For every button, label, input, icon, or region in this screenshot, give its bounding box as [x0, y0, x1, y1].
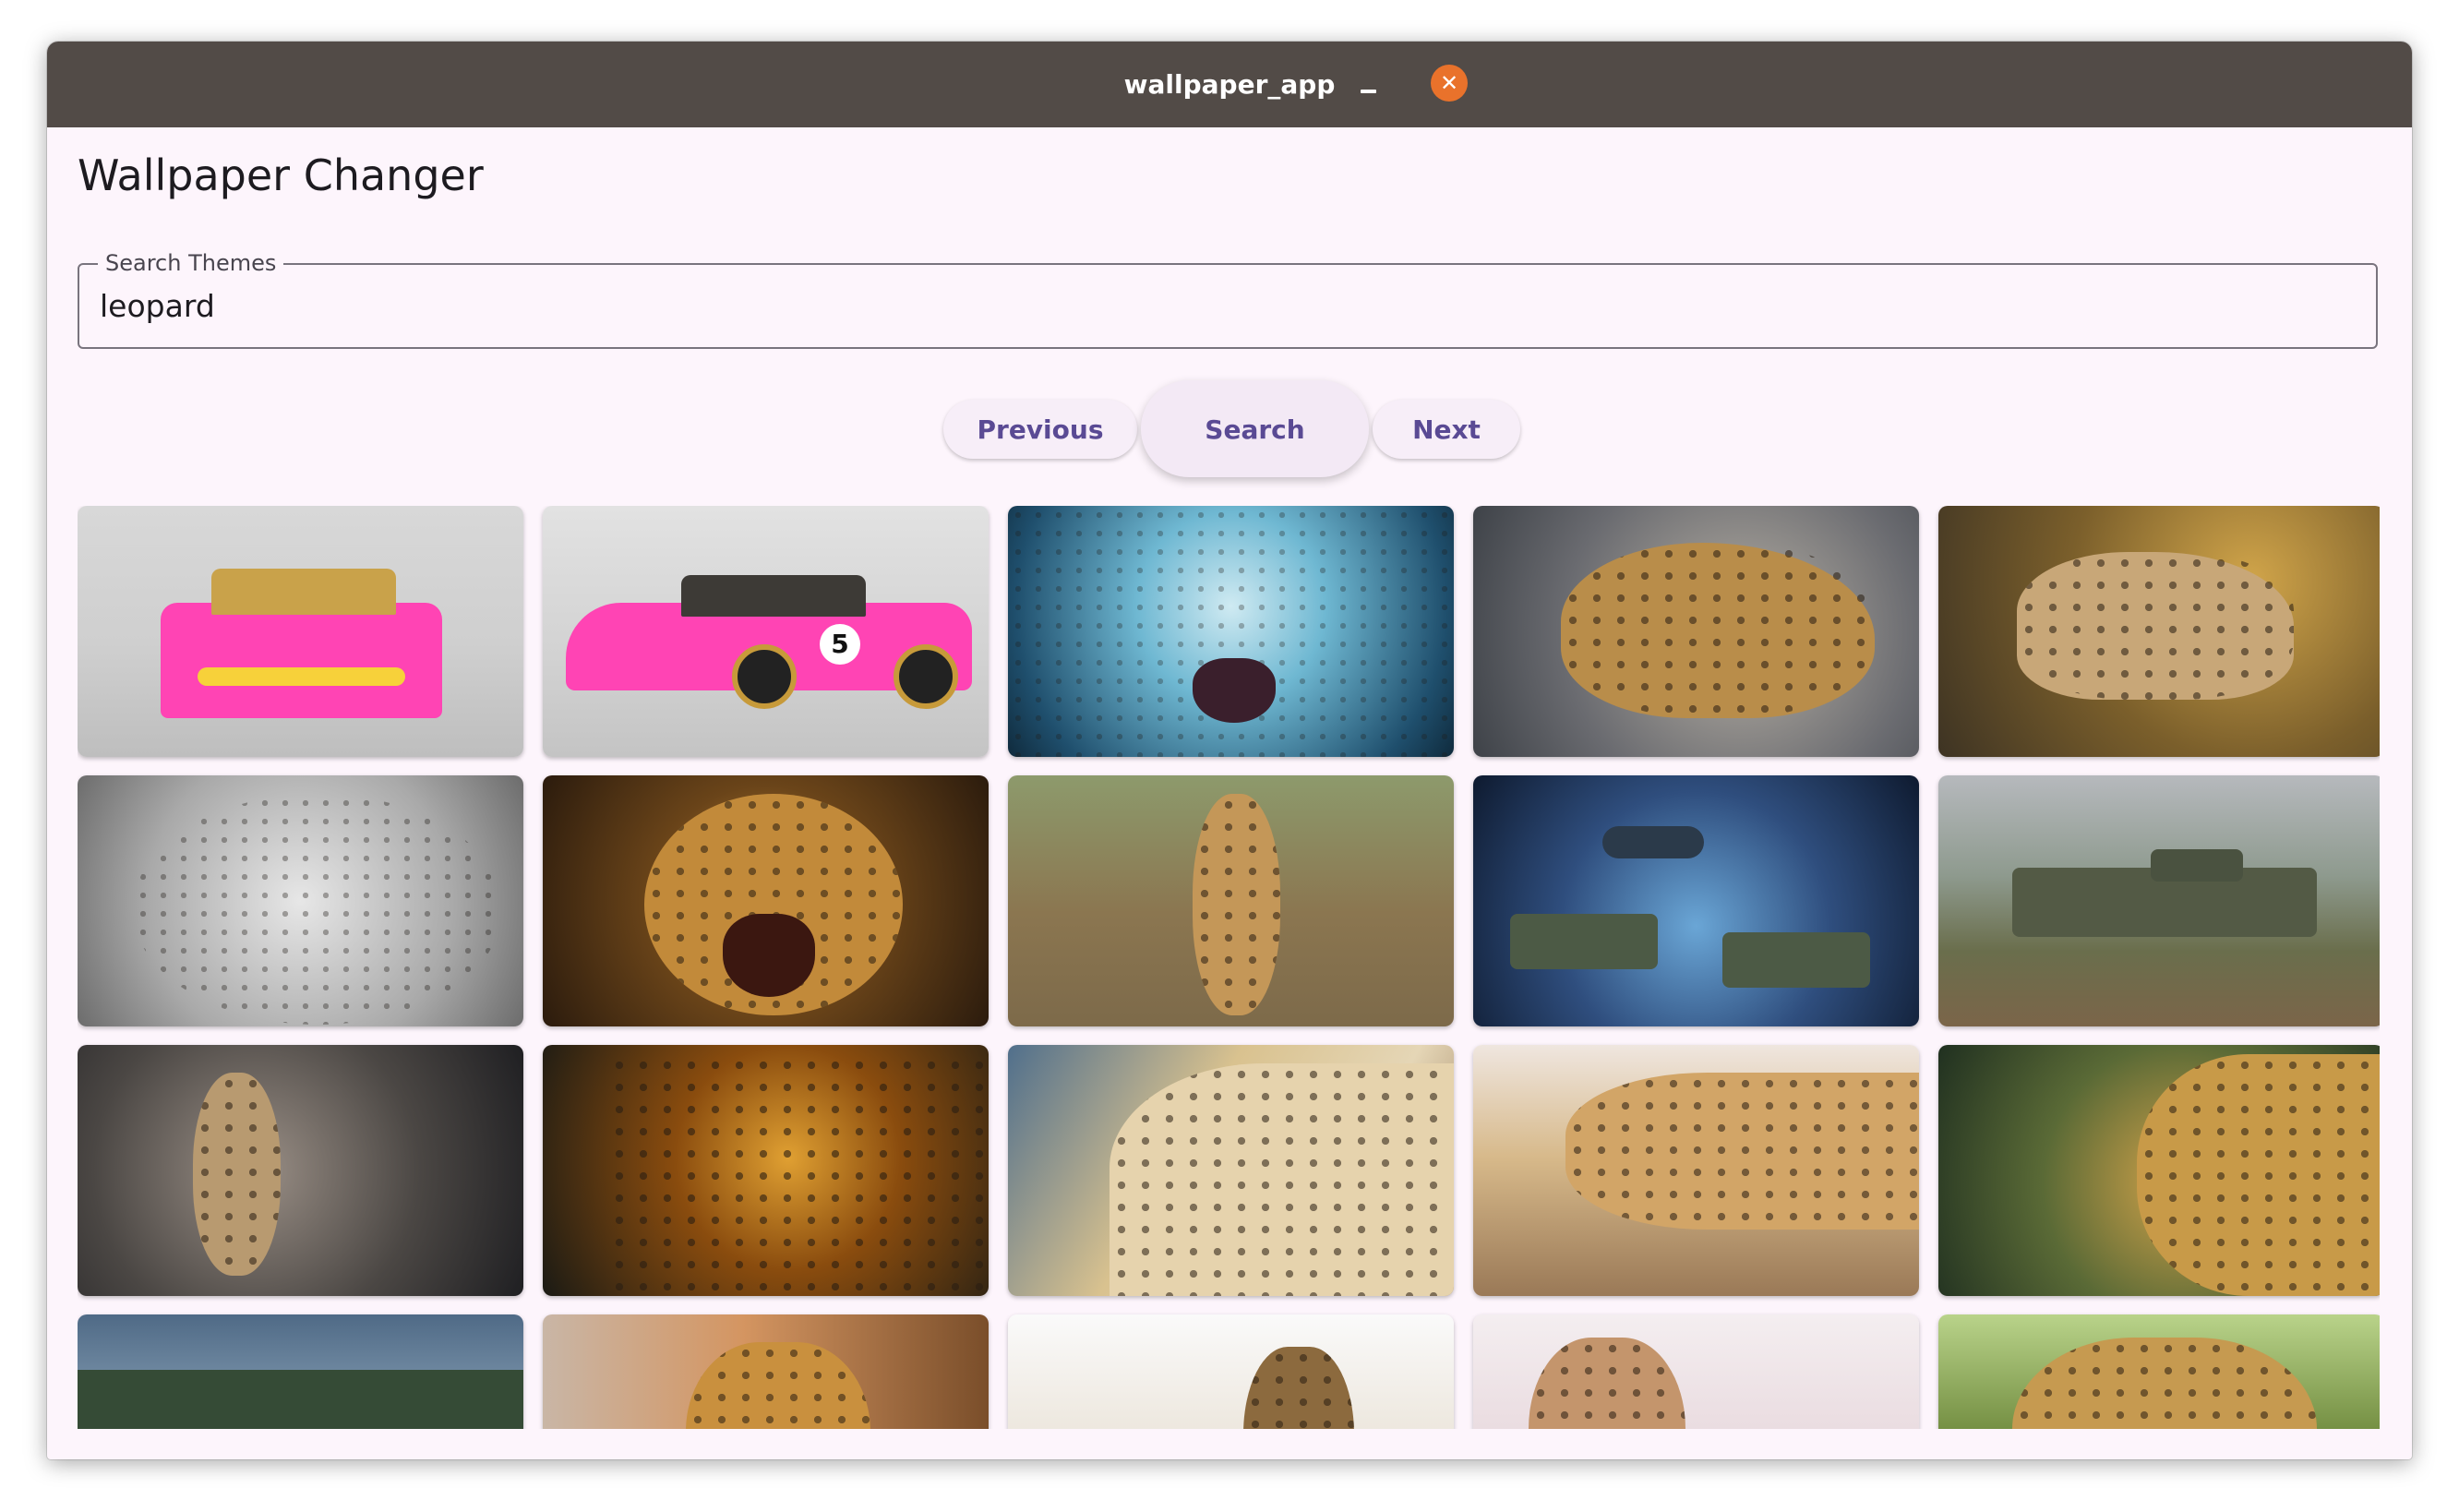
wallpaper-tile[interactable]	[1008, 1045, 1454, 1296]
wallpaper-grid: 5	[78, 506, 2380, 1429]
search-button[interactable]: Search	[1141, 380, 1369, 477]
close-icon[interactable]: ✕	[1431, 65, 1468, 102]
page-title: Wallpaper Changer	[78, 150, 484, 200]
wallpaper-tile[interactable]	[1473, 775, 1919, 1026]
wallpaper-tile[interactable]	[1938, 1314, 2380, 1429]
title-bar[interactable]: wallpaper_app ✕	[47, 42, 2412, 127]
wallpaper-tile[interactable]	[1938, 1045, 2380, 1296]
search-label: Search Themes	[98, 250, 284, 276]
wallpaper-tile[interactable]	[543, 775, 989, 1026]
app-window: wallpaper_app ✕ Wallpaper Changer Search…	[47, 42, 2412, 1459]
wallpaper-tile[interactable]	[1473, 1045, 1919, 1296]
wallpaper-tile[interactable]	[543, 1314, 989, 1429]
previous-button[interactable]: Previous	[943, 400, 1137, 459]
wallpaper-tile[interactable]	[78, 775, 523, 1026]
wallpaper-tile[interactable]	[1008, 1314, 1454, 1429]
wallpaper-tile[interactable]	[1008, 506, 1454, 757]
next-button[interactable]: Next	[1373, 400, 1520, 459]
wallpaper-tile[interactable]	[1473, 506, 1919, 757]
search-field[interactable]: Search Themes	[78, 250, 2378, 349]
wallpaper-tile[interactable]	[78, 506, 523, 757]
wallpaper-tile[interactable]	[1938, 506, 2380, 757]
minimize-icon[interactable]	[1352, 67, 1385, 101]
wallpaper-tile[interactable]	[78, 1314, 523, 1429]
wallpaper-tile[interactable]	[78, 1045, 523, 1296]
wallpaper-tile[interactable]	[1008, 775, 1454, 1026]
wallpaper-tile[interactable]: 5	[543, 506, 989, 757]
wallpaper-tile[interactable]	[543, 1045, 989, 1296]
search-input[interactable]	[100, 285, 2315, 326]
window-title: wallpaper_app	[1123, 69, 1336, 100]
wallpaper-tile[interactable]	[1473, 1314, 1919, 1429]
wallpaper-tile[interactable]	[1938, 775, 2380, 1026]
